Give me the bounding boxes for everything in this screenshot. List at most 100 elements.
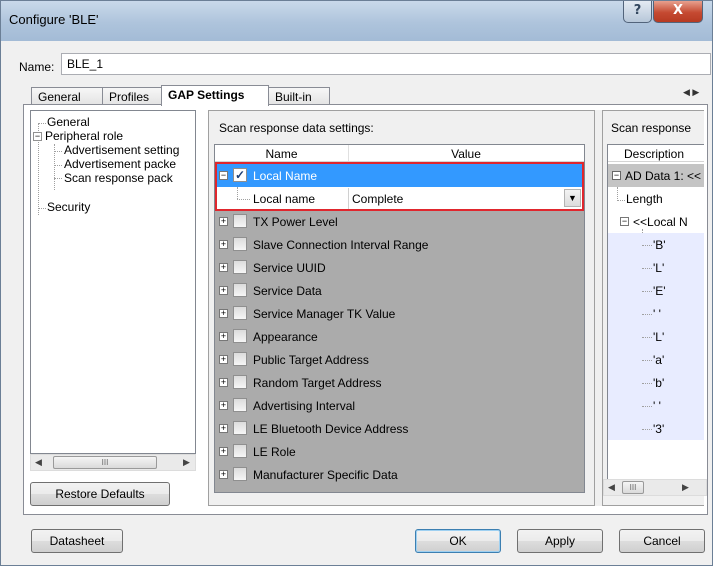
- collapse-icon[interactable]: −: [612, 171, 621, 180]
- restore-defaults-button[interactable]: Restore Defaults: [30, 482, 170, 506]
- tree-item-label: Peripheral role: [45, 129, 124, 143]
- ad-row[interactable]: Length: [608, 187, 704, 210]
- grid-row[interactable]: + Service UUID: [215, 256, 584, 279]
- grid-row[interactable]: + Public Target Address: [215, 348, 584, 371]
- grid-row[interactable]: + LE Bluetooth Device Address: [215, 417, 584, 440]
- column-header-name: Name: [265, 147, 298, 161]
- ad-row[interactable]: 'B': [608, 233, 704, 256]
- expand-icon[interactable]: +: [219, 355, 228, 364]
- scrollbar-thumb[interactable]: III: [53, 456, 157, 469]
- close-button[interactable]: X: [653, 1, 703, 23]
- ok-button[interactable]: OK: [415, 529, 501, 553]
- item-checkbox[interactable]: [233, 375, 247, 389]
- tab-profiles[interactable]: Profiles: [102, 87, 162, 105]
- expand-icon[interactable]: +: [219, 401, 228, 410]
- grid-row[interactable]: + Service Data: [215, 279, 584, 302]
- grid-row[interactable]: + Random Target Address: [215, 371, 584, 394]
- ad-row[interactable]: 'a': [608, 348, 704, 371]
- scan-response-settings-box: Scan response data settings: Name Value …: [208, 110, 595, 506]
- scroll-right-icon[interactable]: ▶: [179, 455, 194, 470]
- tab-built-in[interactable]: Built-in: [268, 87, 330, 105]
- ad-row[interactable]: 'L': [608, 256, 704, 279]
- ad-row[interactable]: − AD Data 1: <<: [608, 164, 704, 187]
- ad-row-label: 'L': [653, 261, 665, 275]
- grid-row-label: Service UUID: [253, 261, 326, 275]
- scroll-right-icon[interactable]: ▶: [678, 480, 693, 495]
- item-checkbox[interactable]: [233, 467, 247, 481]
- grid-row-label: LE Role: [253, 445, 296, 459]
- item-checkbox[interactable]: [233, 398, 247, 412]
- column-header-value: Value: [451, 147, 481, 161]
- ad-row-label: 'b': [653, 376, 665, 390]
- tree-item-peripheral-role[interactable]: − Peripheral role: [33, 130, 123, 143]
- tab-general[interactable]: General: [31, 87, 103, 105]
- expand-icon[interactable]: +: [219, 263, 228, 272]
- item-checkbox[interactable]: [233, 306, 247, 320]
- grid-row[interactable]: + Appearance: [215, 325, 584, 348]
- ad-row-label: ' ': [653, 307, 661, 321]
- name-input[interactable]: [61, 53, 711, 75]
- ad-row[interactable]: ' ': [608, 302, 704, 325]
- grid-row[interactable]: + Slave Connection Interval Range: [215, 233, 584, 256]
- tab-gap-settings[interactable]: GAP Settings: [161, 85, 269, 106]
- scan-response-grid: Name Value − ✓ Local Name Local name Com…: [214, 144, 585, 493]
- item-checkbox[interactable]: [233, 214, 247, 228]
- ad-row-label: 'E': [653, 284, 666, 298]
- expand-icon[interactable]: +: [219, 470, 228, 479]
- item-checkbox[interactable]: [233, 237, 247, 251]
- ad-row[interactable]: − <<Local N: [608, 210, 704, 233]
- item-checkbox[interactable]: [233, 260, 247, 274]
- grid-row[interactable]: + LE Role: [215, 440, 584, 463]
- item-checkbox[interactable]: [233, 352, 247, 366]
- ad-row-label: <<Local N: [633, 215, 688, 229]
- scrollbar-thumb[interactable]: III: [622, 481, 644, 494]
- item-checkbox[interactable]: [233, 421, 247, 435]
- scroll-left-icon[interactable]: ◀: [31, 455, 46, 470]
- datasheet-button[interactable]: Datasheet: [31, 529, 123, 553]
- grid-row[interactable]: + TX Power Level: [215, 210, 584, 233]
- scan-response-settings-title: Scan response data settings:: [219, 121, 374, 135]
- tab-scroll-arrows-icon[interactable]: ◀ ▶: [683, 87, 699, 98]
- ad-row-label: Length: [626, 192, 663, 206]
- ad-row[interactable]: 'b': [608, 371, 704, 394]
- ad-data-grid: Description − AD Data 1: << Length − <<L…: [607, 144, 704, 493]
- ad-row[interactable]: '3': [608, 417, 704, 440]
- ad-row-label: ' ': [653, 399, 661, 413]
- scroll-left-icon[interactable]: ◀: [604, 480, 619, 495]
- apply-button[interactable]: Apply: [517, 529, 603, 553]
- expand-icon[interactable]: +: [219, 378, 228, 387]
- ad-panel-horizontal-scrollbar[interactable]: ◀ III ▶: [603, 479, 707, 496]
- collapse-icon[interactable]: −: [33, 132, 42, 141]
- item-checkbox[interactable]: [233, 329, 247, 343]
- grid-row[interactable]: + Manufacturer Specific Data: [215, 463, 584, 486]
- expand-icon[interactable]: +: [219, 424, 228, 433]
- grid-row-label: Manufacturer Specific Data: [253, 468, 398, 482]
- tree-horizontal-scrollbar[interactable]: ◀ III ▶: [30, 454, 196, 471]
- tree-item-advertisement-settings[interactable]: Advertisement setting: [64, 144, 179, 157]
- highlight-box: [215, 162, 584, 211]
- help-button[interactable]: ?: [623, 1, 652, 23]
- item-checkbox[interactable]: [233, 283, 247, 297]
- right-area: Scan response data settings: Name Value …: [208, 110, 704, 506]
- ad-column-header-description: Description: [608, 145, 704, 162]
- item-checkbox[interactable]: [233, 444, 247, 458]
- expand-icon[interactable]: +: [219, 217, 228, 226]
- expand-icon[interactable]: +: [219, 332, 228, 341]
- grid-row[interactable]: + Advertising Interval: [215, 394, 584, 417]
- ad-panel-title: Scan response: [611, 121, 692, 135]
- expand-icon[interactable]: +: [219, 309, 228, 318]
- expand-icon[interactable]: +: [219, 286, 228, 295]
- expand-icon[interactable]: +: [219, 447, 228, 456]
- ad-row[interactable]: 'E': [608, 279, 704, 302]
- grid-row[interactable]: + Service Manager TK Value: [215, 302, 584, 325]
- tree-item-scan-response-packet[interactable]: Scan response pack: [64, 172, 173, 185]
- tree-item-security[interactable]: Security: [47, 201, 90, 214]
- ad-row[interactable]: ' ': [608, 394, 704, 417]
- tree-item-advertisement-packet[interactable]: Advertisement packe: [64, 158, 176, 171]
- ad-row[interactable]: 'L': [608, 325, 704, 348]
- collapse-icon[interactable]: −: [620, 217, 629, 226]
- cancel-button[interactable]: Cancel: [619, 529, 705, 553]
- expand-icon[interactable]: +: [219, 240, 228, 249]
- tree-item-general[interactable]: General: [47, 116, 90, 129]
- gap-settings-panel: General − Peripheral role Advertisement s…: [23, 104, 708, 515]
